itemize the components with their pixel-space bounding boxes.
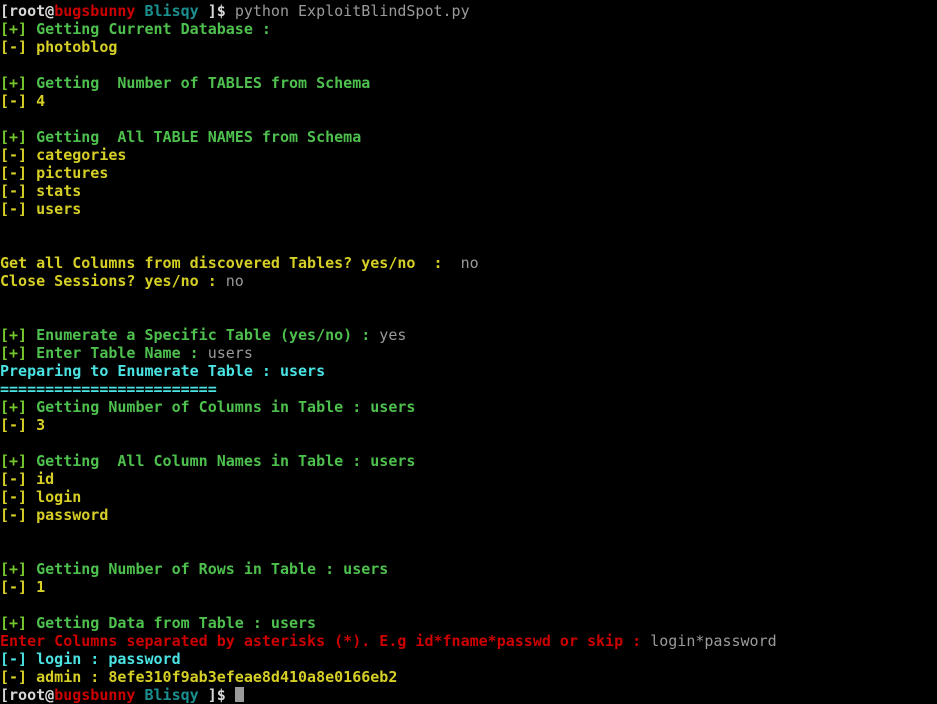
terminal-line: [-] stats xyxy=(0,182,81,200)
terminal-text-segment: Blisqy xyxy=(144,686,199,704)
terminal-text-segment: [+] xyxy=(0,128,28,146)
terminal-text-segment: no xyxy=(225,272,244,290)
terminal-text-segment: [ xyxy=(0,2,10,20)
terminal-line: [-] 3 xyxy=(0,416,45,434)
terminal-line: Get all Columns from discovered Tables? … xyxy=(0,254,479,272)
terminal-text-segment: Get all Columns from discovered Tables? … xyxy=(0,254,452,272)
terminal-text-segment: ]$ xyxy=(198,2,235,20)
terminal-line: [+] Getting Current Database : xyxy=(0,20,271,38)
terminal-text-segment: Close Sessions? yes/no : xyxy=(0,272,226,290)
terminal-text-segment: Enumerate a Specific Table (yes/no) : xyxy=(27,326,380,344)
terminal-line: [+] Getting Number of Columns in Table :… xyxy=(0,398,415,416)
terminal-text-segment: @ xyxy=(45,686,55,704)
terminal-text-segment: yes xyxy=(379,326,407,344)
terminal-text-segment: [-] password xyxy=(0,506,109,524)
terminal-text-segment: Getting Current Database : xyxy=(27,20,271,38)
terminal-text-segment: Getting Number of TABLES from Schema xyxy=(27,74,371,92)
terminal-line: [+] Getting Number of Rows in Table : us… xyxy=(0,560,388,578)
terminal-line: [-] login xyxy=(0,488,81,506)
terminal-text-segment: Preparing to Enumerate Table : users xyxy=(0,362,326,380)
terminal-line: [-] 1 xyxy=(0,578,45,596)
terminal-text-segment: root xyxy=(9,686,46,704)
terminal-text-segment: root xyxy=(9,2,46,20)
terminal-line: [-] password xyxy=(0,506,108,524)
terminal-text-segment: Getting Data from Table : users xyxy=(27,614,317,632)
terminal-text-segment: Getting All Column Names in Table : user… xyxy=(27,452,416,470)
terminal-text-segment: [-] login xyxy=(0,488,82,506)
terminal-text-segment: [-] categories xyxy=(0,146,127,164)
terminal-window[interactable]: [root@bugsbunny Blisqy ]$ python Exploit… xyxy=(0,0,937,704)
terminal-text-segment: [+] xyxy=(0,74,28,92)
terminal-line: [-] pictures xyxy=(0,164,108,182)
terminal-text-segment: ]$ xyxy=(198,686,235,704)
terminal-text-segment: [-] 3 xyxy=(0,416,46,434)
terminal-text-segment: [-] login : password xyxy=(0,650,181,668)
terminal-text-segment: [-] users xyxy=(0,200,82,218)
terminal-text-segment: bugsbunny xyxy=(54,686,136,704)
text-cursor xyxy=(234,687,244,702)
terminal-text-segment: [+] xyxy=(0,560,28,578)
terminal-line: [-] 4 xyxy=(0,92,45,110)
terminal-text-segment: ======================== xyxy=(0,380,217,398)
terminal-line: [-] users xyxy=(0,200,81,218)
terminal-line: Enter Columns separated by asterisks (*)… xyxy=(0,632,777,650)
terminal-text-segment: Getting All TABLE NAMES from Schema xyxy=(27,128,362,146)
terminal-text-segment: [-] admin : 8efe310f9ab3efeae8d410a8e016… xyxy=(0,668,398,686)
terminal-text-segment: [+] xyxy=(0,344,28,362)
terminal-text-segment: [+] xyxy=(0,398,28,416)
terminal-line: [+] Getting All Column Names in Table : … xyxy=(0,452,415,470)
terminal-line: [-] login : password xyxy=(0,650,181,668)
terminal-line: [-] categories xyxy=(0,146,126,164)
terminal-line: [+] Enumerate a Specific Table (yes/no) … xyxy=(0,326,406,344)
terminal-text-segment: [-] 1 xyxy=(0,578,46,596)
terminal-text-segment: [ xyxy=(0,686,10,704)
terminal-line: [root@bugsbunny Blisqy ]$ xyxy=(0,686,244,704)
terminal-text-segment: [-] photoblog xyxy=(0,38,118,56)
terminal-text-segment: [+] xyxy=(0,326,28,344)
terminal-text-segment: [-] id xyxy=(0,470,55,488)
terminal-text-segment: [-] stats xyxy=(0,182,82,200)
terminal-text-segment: Enter Table Name : xyxy=(27,344,208,362)
terminal-line: [-] photoblog xyxy=(0,38,117,56)
terminal-line: Preparing to Enumerate Table : users xyxy=(0,362,325,380)
terminal-text-segment: Getting Number of Columns in Table : use… xyxy=(27,398,416,416)
terminal-text-segment: Getting Number of Rows in Table : users xyxy=(27,560,389,578)
terminal-line: [+] Enter Table Name : users xyxy=(0,344,253,362)
terminal-text-segment: bugsbunny xyxy=(54,2,136,20)
terminal-text-segment: @ xyxy=(45,2,55,20)
terminal-line: [-] id xyxy=(0,470,54,488)
terminal-line: [+] Getting Number of TABLES from Schema xyxy=(0,74,370,92)
terminal-text-segment: Enter Columns separated by asterisks (*)… xyxy=(0,632,651,650)
terminal-line: [+] Getting All TABLE NAMES from Schema xyxy=(0,128,361,146)
terminal-text-segment: [+] xyxy=(0,614,28,632)
terminal-text-segment: no xyxy=(451,254,479,272)
terminal-line: ======================== xyxy=(0,380,217,398)
terminal-text-segment: python ExploitBlindSpot.py xyxy=(234,2,470,20)
terminal-line: [+] Getting Data from Table : users xyxy=(0,614,316,632)
terminal-text-segment: Blisqy xyxy=(144,2,199,20)
terminal-line: [-] admin : 8efe310f9ab3efeae8d410a8e016… xyxy=(0,668,397,686)
terminal-text-segment: login*password xyxy=(650,632,777,650)
terminal-text-segment: [+] xyxy=(0,452,28,470)
terminal-text-segment: [-] 4 xyxy=(0,92,46,110)
terminal-text-segment: [-] pictures xyxy=(0,164,109,182)
terminal-line: Close Sessions? yes/no : no xyxy=(0,272,244,290)
terminal-text-segment: [+] xyxy=(0,20,28,38)
terminal-line: [root@bugsbunny Blisqy ]$ python Exploit… xyxy=(0,2,470,20)
terminal-text-segment: users xyxy=(207,344,253,362)
